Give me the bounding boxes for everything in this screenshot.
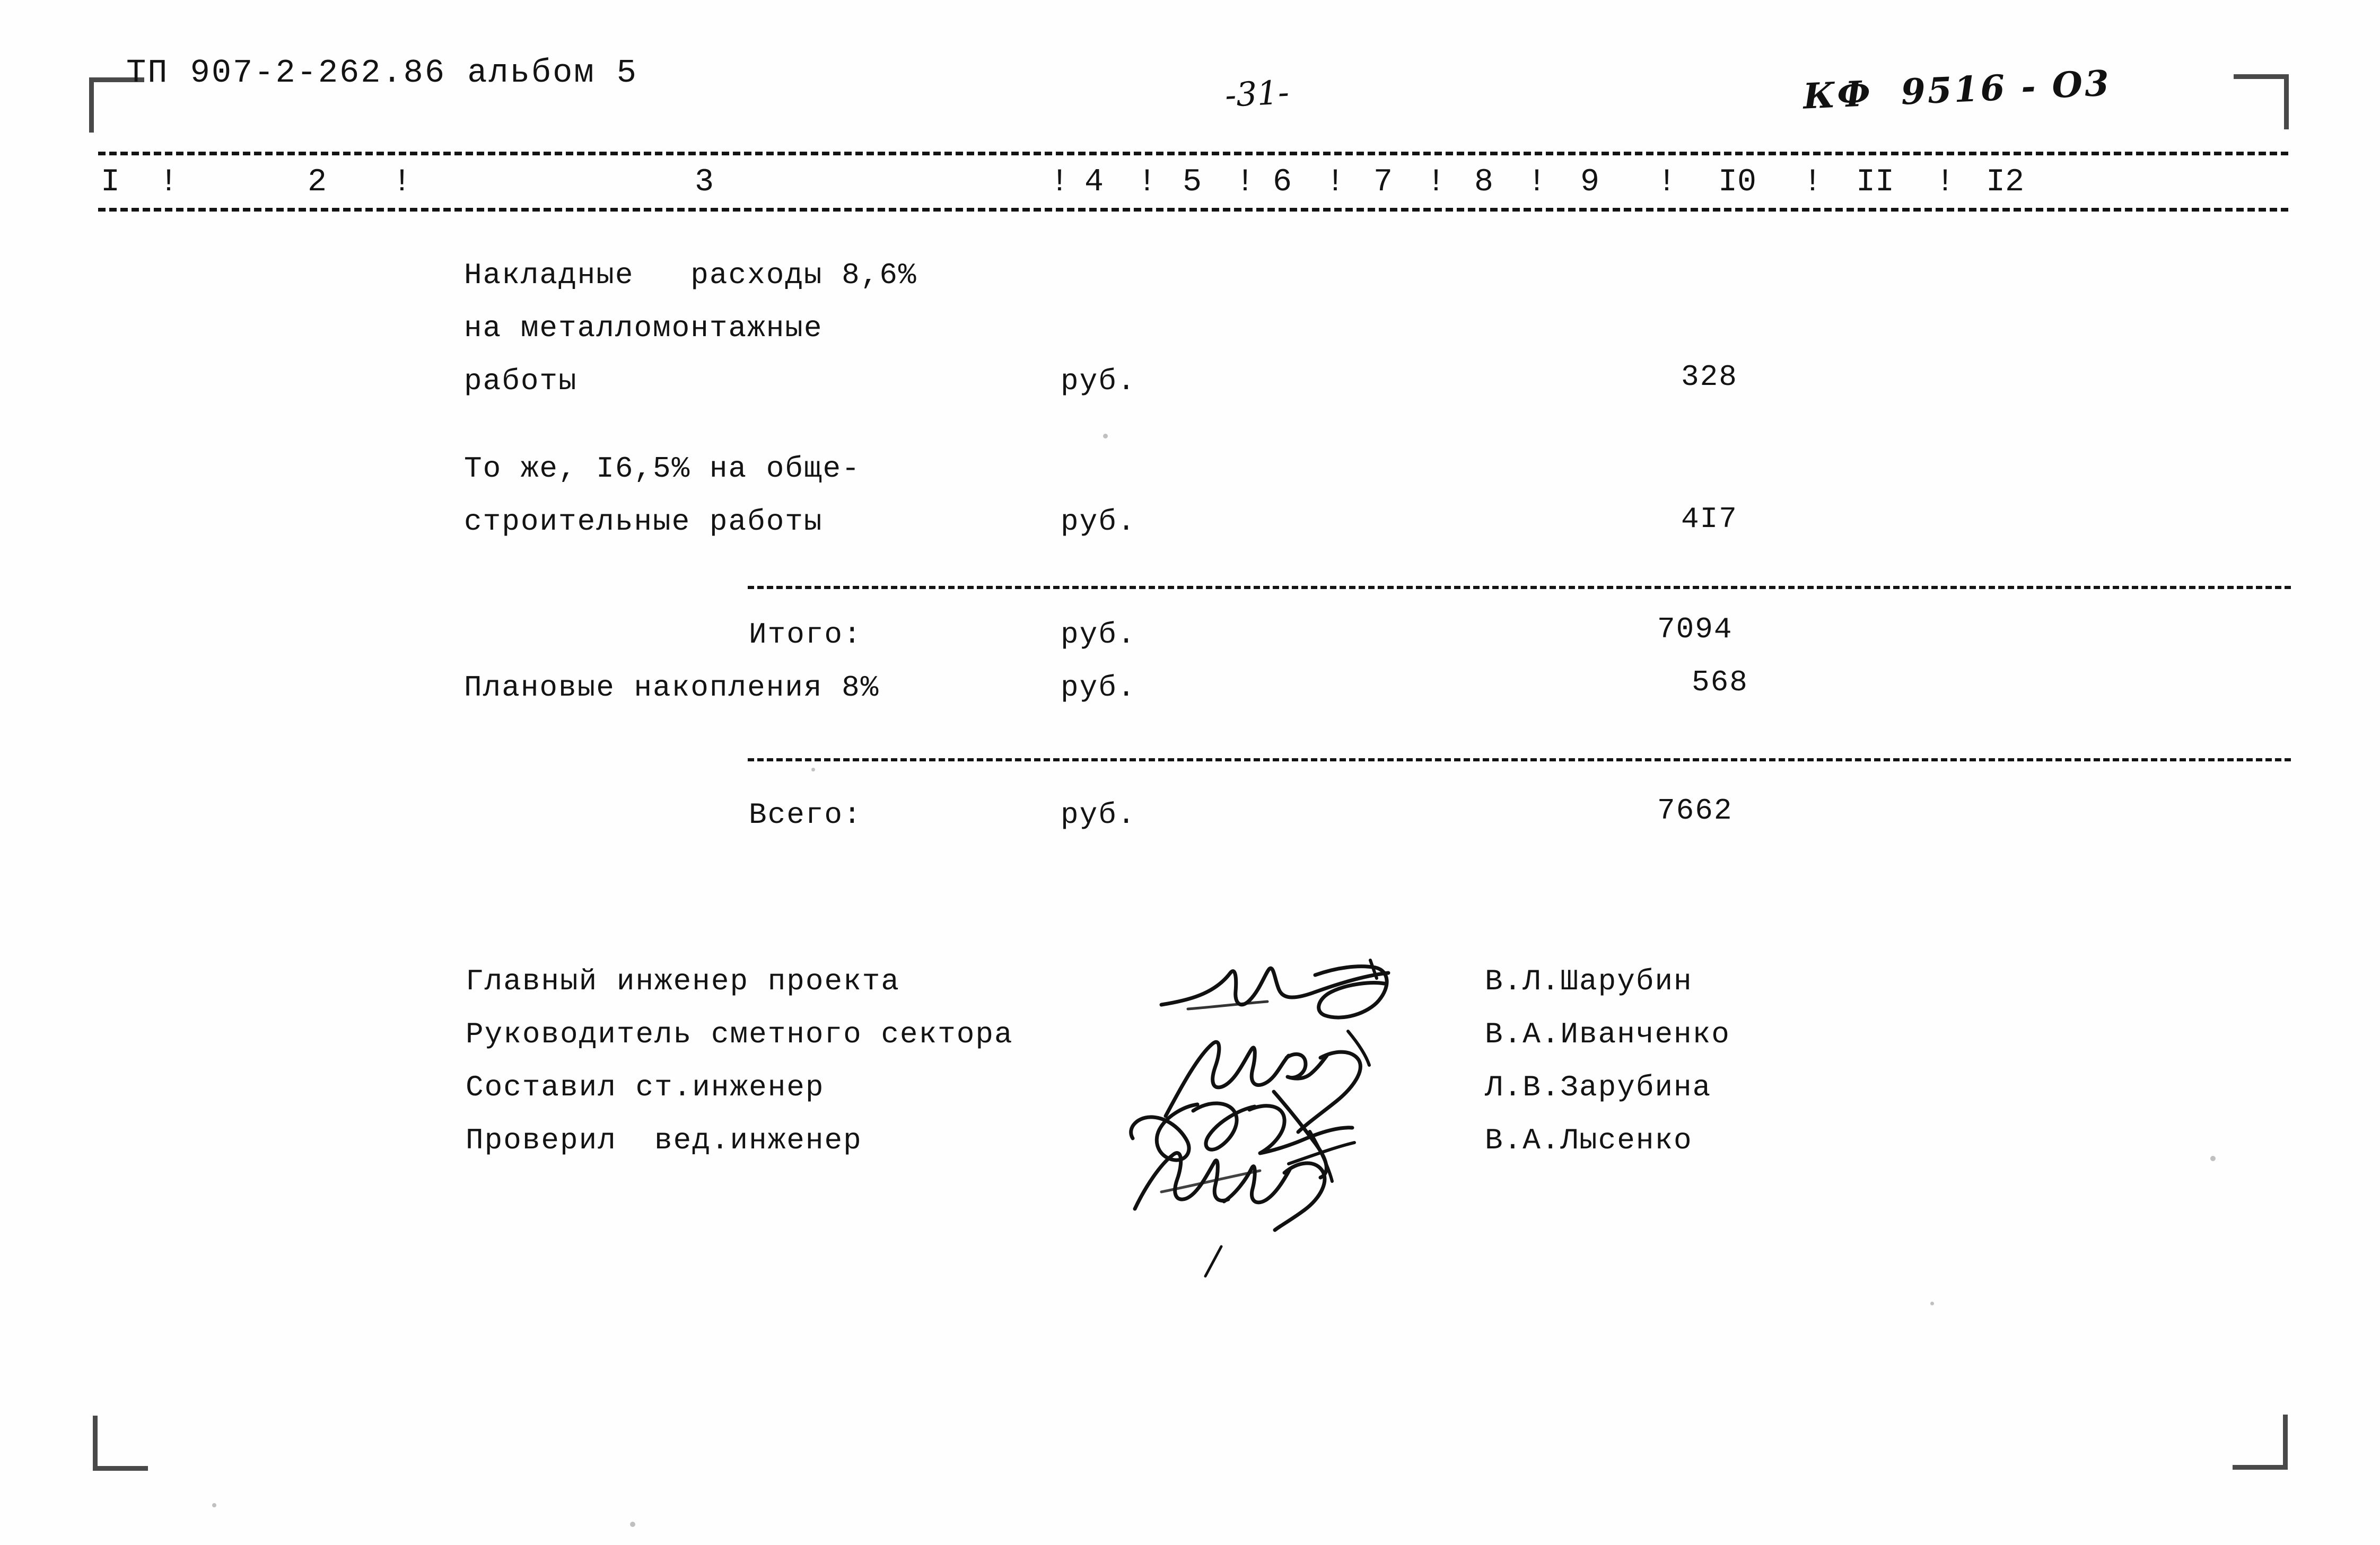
page-number: -31- bbox=[1224, 72, 1290, 115]
planned-savings-unit: руб. bbox=[1061, 671, 1136, 705]
document-header-code: ТП 907-2-262.86 альбом 5 bbox=[126, 54, 638, 92]
scan-speckle bbox=[1930, 1302, 1934, 1305]
scanned-document-page: ТП 907-2-262.86 альбом 5 -31- КФ 9516 - … bbox=[0, 0, 2380, 1545]
column-separator: ! bbox=[1527, 164, 1547, 200]
column-number-8: 8 bbox=[1474, 164, 1494, 200]
signature-person-checked-by: В.А.Лысенко bbox=[1485, 1123, 1693, 1157]
column-number-6: 6 bbox=[1273, 164, 1292, 200]
column-separator: ! bbox=[392, 164, 412, 200]
row-overhead-metal-value: 328 bbox=[1681, 360, 1738, 394]
scan-speckle bbox=[811, 768, 815, 771]
column-separator: ! bbox=[1236, 164, 1255, 200]
scan-speckle bbox=[630, 1522, 635, 1527]
column-number-4: 4 bbox=[1084, 164, 1104, 200]
total-value: 7662 bbox=[1657, 794, 1733, 828]
scan-speckle bbox=[2210, 1156, 2216, 1161]
total-unit: руб. bbox=[1061, 798, 1136, 832]
stray-ink-mark bbox=[1204, 1245, 1223, 1278]
column-separator: ! bbox=[1050, 164, 1070, 200]
row-overhead-metal-line-3: работы bbox=[464, 364, 578, 398]
column-separator: ! bbox=[1138, 164, 1157, 200]
archive-code-stamp: КФ 9516 - О3 bbox=[1802, 62, 2112, 117]
column-number-5: 5 bbox=[1183, 164, 1202, 200]
signature-person-compiled-by: Л.В.Зарубина bbox=[1485, 1070, 1712, 1104]
column-number-7: 7 bbox=[1373, 164, 1393, 200]
row-overhead-general-unit: руб. bbox=[1061, 505, 1136, 539]
handwritten-signature-checked-by bbox=[1133, 1130, 1334, 1232]
column-number-2: 2 bbox=[308, 164, 327, 200]
column-separator: ! bbox=[1427, 164, 1446, 200]
signature-role-checked-by: Проверил вед.инженер bbox=[466, 1123, 862, 1157]
row-overhead-general-value: 4I7 bbox=[1681, 502, 1738, 536]
scan-speckle bbox=[1103, 434, 1108, 438]
column-number-12: I2 bbox=[1986, 164, 2025, 200]
column-separator: ! bbox=[159, 164, 179, 200]
subtotal-label: Итого: bbox=[749, 618, 862, 652]
total-label: Всего: bbox=[749, 798, 862, 832]
row-overhead-general-line-1: То же, I6,5% на обще- bbox=[464, 452, 861, 486]
row-overhead-metal-line-1: Накладные расходы 8,6% bbox=[464, 258, 917, 292]
signature-role-chief-engineer: Главный инженер проекта bbox=[466, 964, 900, 998]
column-separator: ! bbox=[1326, 164, 1345, 200]
column-separator: ! bbox=[1803, 164, 1823, 200]
total-separator-rule bbox=[748, 758, 2291, 761]
row-overhead-metal-unit: руб. bbox=[1061, 364, 1136, 398]
planned-savings-value: 568 bbox=[1692, 665, 1748, 699]
scan-speckle bbox=[212, 1503, 216, 1507]
row-overhead-general-line-2: строительные работы bbox=[464, 505, 823, 539]
column-separator: ! bbox=[1936, 164, 1955, 200]
row-overhead-metal-line-2: на металломонтажные bbox=[464, 311, 823, 345]
column-number-9: 9 bbox=[1580, 164, 1600, 200]
signature-role-compiled-by: Составил ст.инженер bbox=[466, 1070, 825, 1104]
column-number-11: II bbox=[1856, 164, 1895, 200]
column-number-10: I0 bbox=[1718, 164, 1757, 200]
crop-mark-bottom-right bbox=[2233, 1415, 2288, 1470]
crop-mark-top-right bbox=[2234, 74, 2289, 129]
subtotal-value: 7094 bbox=[1657, 612, 1733, 646]
planned-savings-label: Плановые накопления 8% bbox=[464, 671, 880, 705]
signature-person-estimate-head: В.А.Иванченко bbox=[1485, 1017, 1730, 1051]
table-head-rule-bottom bbox=[98, 208, 2288, 212]
crop-mark-bottom-left bbox=[93, 1416, 148, 1471]
column-number-3: 3 bbox=[695, 164, 714, 200]
subtotal-unit: руб. bbox=[1061, 618, 1136, 652]
column-number-1: I bbox=[101, 164, 120, 200]
subtotal-separator-rule bbox=[748, 586, 2291, 589]
table-head-rule-top bbox=[98, 152, 2288, 155]
signature-role-estimate-head: Руководитель сметного сектора bbox=[466, 1017, 1013, 1051]
column-separator: ! bbox=[1657, 164, 1677, 200]
